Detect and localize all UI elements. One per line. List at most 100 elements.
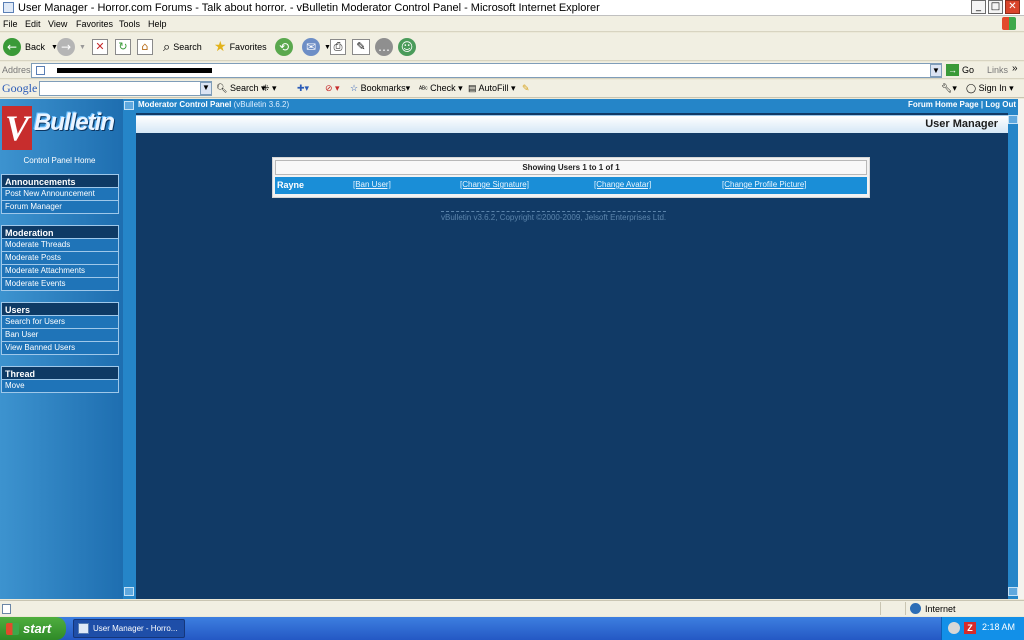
edit-button[interactable]: ✎ (352, 37, 370, 57)
nav-link-ban-user[interactable]: Ban User (1, 329, 119, 342)
plus-icon[interactable]: ✚▾ (297, 83, 309, 94)
close-button[interactable]: ✕ (1005, 0, 1020, 14)
frame-scroll-down-icon[interactable] (124, 587, 134, 596)
log-out-link[interactable]: Log Out (985, 100, 1016, 109)
back-arrow-icon: ← (3, 38, 21, 56)
cp-version: (vBulletin 3.6.2) (233, 100, 290, 109)
favorites-button[interactable]: ★ Favorites (214, 37, 267, 57)
nav-group-title[interactable]: Announcements (1, 174, 119, 188)
nav-group-title[interactable]: Users (1, 302, 119, 316)
pencil-icon[interactable]: ✎ (522, 83, 530, 94)
nav-link-moderate-events[interactable]: Moderate Events (1, 278, 119, 291)
stop-button[interactable]: ✕ (92, 37, 108, 57)
zone-label: Internet (925, 603, 956, 614)
start-button[interactable]: start (0, 617, 66, 640)
home-icon: ⌂ (137, 39, 153, 55)
section-title-bar: User Manager (136, 115, 1008, 133)
news-button[interactable]: ⁜ ▾ (262, 83, 277, 94)
nav-link-move[interactable]: Move (1, 380, 119, 393)
globe-icon (910, 603, 921, 614)
google-search-button[interactable]: 🔍︎ Search ▾ (216, 83, 266, 94)
nav-group-title[interactable]: Thread (1, 366, 119, 380)
minimize-button[interactable]: _ (971, 0, 986, 14)
history-button[interactable]: ⟲ (275, 37, 297, 57)
go-label: Go (962, 65, 975, 75)
vbulletin-logo[interactable]: V Bulletin (2, 101, 118, 153)
tray-network-icon[interactable] (948, 622, 960, 634)
print-button[interactable]: ⎙ (330, 37, 346, 57)
clock[interactable]: 2:18 AM (982, 622, 1015, 632)
printer-icon: ⎙ (330, 39, 346, 55)
control-panel-home-link[interactable]: Control Panel Home (0, 156, 119, 165)
standard-toolbar: ← Back ▼ → ▼ ✕ ↻ ⌂ ⌕ Search ★ Favorites … (0, 33, 1024, 61)
back-button[interactable]: ← Back ▼ (3, 37, 58, 57)
history-icon: ⟲ (275, 38, 293, 56)
address-input[interactable] (31, 63, 942, 78)
refresh-button[interactable]: ↻ (115, 37, 131, 57)
nav-link-forum-manager[interactable]: Forum Manager (1, 201, 119, 214)
taskbar: start User Manager - Horro... Z 2:18 AM (0, 617, 1024, 640)
google-dropdown-icon[interactable]: ▼ (200, 82, 212, 95)
popup-blocker-icon[interactable]: ⊘ ▾ (325, 83, 340, 94)
collapse-down-icon[interactable] (1008, 587, 1018, 596)
frame-left-strip (123, 99, 136, 599)
search-button[interactable]: ⌕ Search (163, 37, 202, 57)
change-signature-link[interactable]: [Change Signature] (460, 180, 529, 189)
messenger-button[interactable]: ☺ (398, 37, 420, 57)
links-label[interactable]: Links (987, 65, 1008, 75)
collapse-up-icon[interactable] (1008, 115, 1018, 124)
change-avatar-link[interactable]: [Change Avatar] (594, 180, 651, 189)
logo-wordmark: Bulletin (34, 109, 115, 136)
logo-v-mark: V (2, 106, 32, 150)
nav-group-title[interactable]: Moderation (1, 225, 119, 239)
menu-favorites[interactable]: Favorites (76, 18, 113, 30)
sign-in-button[interactable]: ◯ Sign In ▾ (966, 83, 1014, 94)
windows-flag-icon (6, 622, 19, 635)
tray-antivirus-icon[interactable]: Z (964, 622, 976, 634)
refresh-icon: ↻ (115, 39, 131, 55)
nav-link-search-for-users[interactable]: Search for Users (1, 316, 119, 329)
ban-user-link[interactable]: [Ban User] (353, 180, 391, 189)
nav-link-moderate-attachments[interactable]: Moderate Attachments (1, 265, 119, 278)
google-search-icon: 🔍︎ (216, 83, 228, 93)
check-button[interactable]: ᴬᴮᶜ Check ▾ (419, 83, 463, 94)
menu-help[interactable]: Help (148, 18, 167, 30)
go-button[interactable]: → Go (946, 64, 974, 76)
redacted-url (57, 68, 212, 74)
nav-link-moderate-posts[interactable]: Moderate Posts (1, 252, 119, 265)
menu-tools[interactable]: Tools (119, 18, 140, 30)
bookmarks-button[interactable]: ☆ Bookmarks▾ (350, 83, 410, 94)
users-table-heading: Showing Users 1 to 1 of 1 (275, 160, 867, 175)
forward-arrow-icon: → (57, 38, 75, 56)
settings-wrench-icon[interactable]: 🔧︎▾ (941, 83, 957, 94)
chevron-right-icon[interactable]: » (1012, 63, 1018, 74)
page-scrollbar[interactable] (1018, 99, 1024, 599)
menu-view[interactable]: View (48, 18, 67, 30)
taskbar-item-ie[interactable]: User Manager - Horro... (73, 619, 185, 638)
maximize-button[interactable]: □ (988, 0, 1003, 14)
start-label: start (23, 621, 52, 636)
autofill-button[interactable]: ▤ AutoFill ▾ (468, 83, 516, 94)
sign-in-label: Sign In (978, 83, 1007, 93)
address-dropdown-icon[interactable]: ▼ (930, 64, 942, 77)
nav-link-view-banned-users[interactable]: View Banned Users (1, 342, 119, 355)
change-profile-picture-link[interactable]: [Change Profile Picture] (722, 180, 807, 189)
discuss-button[interactable]: … (375, 37, 397, 57)
forward-button[interactable]: → ▼ (57, 37, 86, 57)
forum-home-link[interactable]: Forum Home Page (908, 100, 979, 109)
nav-link-post-new-announcement[interactable]: Post New Announcement (1, 188, 119, 201)
autofill-label: AutoFill (478, 83, 509, 93)
nav-link-moderate-threads[interactable]: Moderate Threads (1, 239, 119, 252)
google-search-input[interactable] (39, 81, 212, 96)
taskbar-item-label: User Manager - Horro... (93, 624, 178, 633)
home-button[interactable]: ⌂ (137, 37, 153, 57)
status-separator (880, 602, 881, 615)
google-toolbar: Google ▼ 🔍︎ Search ▾ ⁜ ▾ ✚▾ ⊘ ▾ ☆ Bookma… (0, 80, 1024, 98)
menu-edit[interactable]: Edit (25, 18, 41, 30)
frame-scroll-up-icon[interactable] (124, 101, 134, 110)
mail-button[interactable]: ✉ ▼ (302, 37, 331, 57)
menu-file[interactable]: File (3, 18, 18, 30)
window-title: User Manager - Horror.com Forums - Talk … (18, 2, 600, 14)
forward-dropdown-icon[interactable]: ▼ (79, 44, 86, 51)
cp-header-bar: Moderator Control Panel (vBulletin 3.6.2… (136, 99, 1018, 113)
